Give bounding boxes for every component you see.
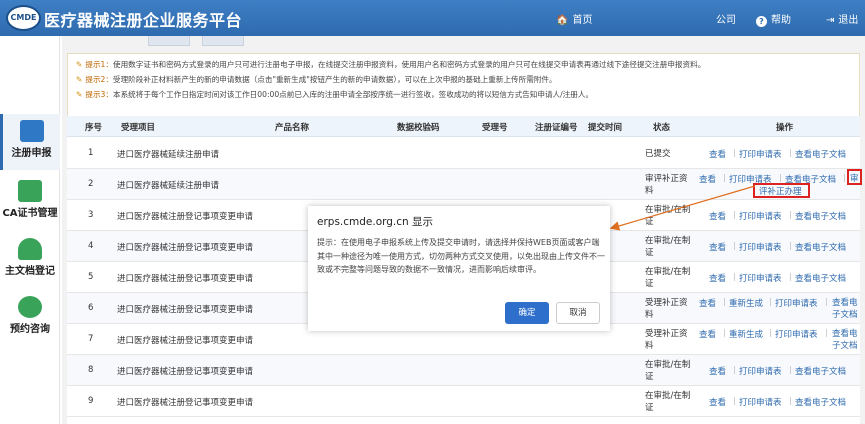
col-header: 受理号 (482, 123, 508, 133)
notice-line: ✎ 提示1：使用数字证书和密码方式登录的用户只可进行注册电子申报，在线提交注册申报… (76, 60, 706, 69)
table-header: 序号 受理项目 产品名称 数据校验码 受理号 注册证编号 提交时间 状态 操作 (67, 116, 860, 137)
view-link[interactable]: 查看 (709, 148, 726, 160)
notice-line: ✎ 提示3：本系统将于每个工作日指定时间对该工作日00:00点前已入库的注册申请全… (76, 90, 594, 99)
col-header: 提交时间 (588, 123, 623, 133)
print-application-link[interactable]: 打印申请表 (739, 148, 782, 160)
print-application-link[interactable]: 打印申请表 (739, 272, 782, 284)
view-link[interactable]: 查看 (699, 328, 716, 340)
view-e-document-link[interactable]: 查看电子文档 (832, 328, 860, 352)
print-application-link[interactable]: 打印申请表 (739, 210, 782, 222)
app-title: 医疗器械注册企业服务平台 (44, 11, 243, 30)
sidebar-item-registration[interactable]: 注册申报 (0, 114, 60, 170)
view-link[interactable]: 查看 (709, 396, 726, 408)
pencil-icon: ✎ (76, 60, 83, 69)
confirm-dialog: erps.cmde.org.cn 显示 提示：在使用电子申报系统上传及提交申请时… (308, 206, 610, 331)
view-link[interactable]: 查看 (709, 365, 726, 377)
dialog-title: erps.cmde.org.cn 显示 (317, 216, 434, 228)
sidebar-item-ca[interactable]: CA证书管理 (0, 180, 60, 224)
sidebar-item-consult[interactable]: 预约咨询 (0, 296, 60, 340)
col-header: 数据校验码 (397, 123, 440, 133)
sidebar-item-master-doc[interactable]: 主文档登记 (0, 238, 60, 282)
review-supplement-link[interactable]: 审 (850, 172, 859, 184)
view-e-document-link[interactable]: 查看电子文档 (795, 396, 846, 408)
dialog-message: 提示：在使用电子申报系统上传及提交申请时，请选择并保持WEB页面或客户端其中一种… (317, 238, 605, 274)
pencil-icon: ✎ (76, 75, 83, 84)
col-header: 产品名称 (275, 123, 310, 133)
view-e-document-link[interactable]: 查看电子文档 (795, 272, 846, 284)
col-header: 注册证编号 (535, 123, 578, 133)
regenerate-link[interactable]: 重新生成 (729, 328, 763, 340)
chat-person-icon (18, 296, 42, 318)
help-icon: ? (756, 16, 767, 27)
toolbar-button[interactable] (148, 36, 190, 46)
notice-line: ✎ 提示2：受理阶段补正材料新产生的新的申请数据（点击"重新生成"按钮产生的新的申… (76, 75, 557, 84)
regenerate-link[interactable]: 重新生成 (729, 297, 763, 309)
view-link[interactable]: 查看 (709, 272, 726, 284)
col-header: 受理项目 (121, 123, 156, 133)
print-application-link[interactable]: 打印申请表 (739, 396, 782, 408)
sidebar: 注册申报 CA证书管理 主文档登记 预约咨询 (0, 36, 60, 424)
nav-home[interactable]: 🏠 首页 (556, 11, 592, 26)
print-application-link[interactable]: 打印申请表 (775, 328, 818, 340)
view-link[interactable]: 查看 (699, 173, 716, 185)
document-edit-icon (19, 120, 44, 142)
cmde-logo: CMDE (6, 5, 41, 31)
view-e-document-link[interactable]: 查看电子文档 (832, 297, 860, 321)
review-supplement-handle-link[interactable]: 评补正办理 (759, 185, 802, 197)
ca-card-icon (18, 180, 42, 202)
table-row: 1 进口医疗器械延续注册申请 已提交 查看 | 打印申请表 | 查看电子文档 (67, 138, 860, 169)
view-link[interactable]: 查看 (709, 241, 726, 253)
toolbar-button[interactable] (202, 36, 244, 46)
print-application-link[interactable]: 打印申请表 (775, 297, 818, 309)
col-header: 序号 (85, 123, 103, 133)
cancel-button[interactable]: 取消 (556, 302, 600, 324)
home-icon: 🏠 (556, 15, 569, 26)
logout-icon: ⇥ (826, 15, 835, 26)
ok-button[interactable]: 确定 (505, 302, 549, 324)
view-e-document-link[interactable]: 查看电子文档 (795, 210, 846, 222)
col-header: 操作 (776, 123, 794, 133)
view-e-document-link[interactable]: 查看电子文档 (795, 241, 846, 253)
view-link[interactable]: 查看 (699, 297, 716, 309)
view-e-document-link[interactable]: 查看电子文档 (795, 148, 846, 160)
top-header: CMDE 医疗器械注册企业服务平台 🏠 首页 公司 ? 帮助 ⇥ 退出 (0, 0, 865, 36)
table-row: 9 进口医疗器械注册登记事项变更申请 在审批/在制证 查看 | 打印申请表 | … (67, 386, 860, 417)
print-application-link[interactable]: 打印申请表 (739, 365, 782, 377)
view-link[interactable]: 查看 (709, 210, 726, 222)
nav-help[interactable]: ? 帮助 (756, 11, 791, 27)
table-row: 2 进口医疗器械延续注册申请 审评补正资料 查看 | 打印申请表 | 查看电子文… (67, 169, 862, 200)
nav-company[interactable]: 公司 (716, 11, 736, 26)
table-row: 8 进口医疗器械注册登记事项变更申请 在审批/在制证 查看 | 打印申请表 | … (67, 355, 860, 386)
nav-exit[interactable]: ⇥ 退出 (826, 11, 858, 26)
col-header: 状态 (653, 123, 671, 133)
print-application-link[interactable]: 打印申请表 (739, 241, 782, 253)
pencil-icon: ✎ (76, 90, 83, 99)
people-icon (18, 238, 42, 260)
view-e-document-link[interactable]: 查看电子文档 (795, 365, 846, 377)
